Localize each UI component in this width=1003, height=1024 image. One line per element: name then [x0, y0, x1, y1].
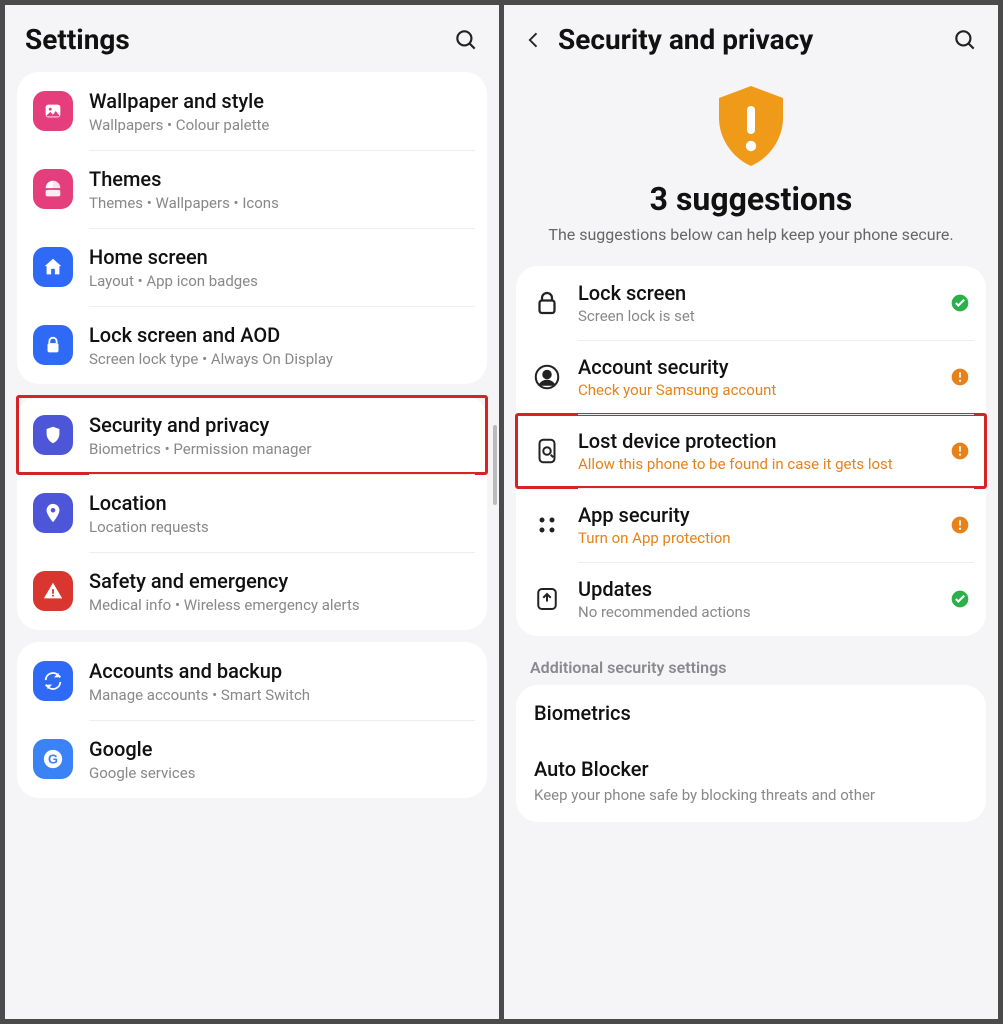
- user-icon: [532, 362, 562, 392]
- shield-alert-icon: [703, 78, 799, 174]
- status-warn-icon: [950, 441, 970, 461]
- status-warn-icon: [950, 367, 970, 387]
- additional-item-biometrics[interactable]: Biometrics: [516, 685, 986, 741]
- settings-item-wallpaper[interactable]: Wallpaper and style Wallpapers • Colour p…: [17, 72, 487, 150]
- security-item-lock[interactable]: Lock screen Screen lock is set: [516, 266, 986, 340]
- settings-item-title: Home screen: [89, 244, 471, 270]
- security-header: Security and privacy: [504, 5, 998, 72]
- scrollbar[interactable]: [493, 425, 497, 505]
- security-item-account[interactable]: Account security Check your Samsung accou…: [516, 340, 986, 414]
- g-icon: G: [33, 739, 73, 779]
- settings-item-location[interactable]: Location Location requests: [17, 474, 487, 552]
- security-item-subtitle: Turn on App protection: [578, 529, 934, 547]
- apps-icon: [532, 510, 562, 540]
- additional-item-title: Auto Blocker: [534, 757, 968, 781]
- settings-item-subtitle: Wallpapers • Colour palette: [89, 116, 471, 134]
- security-item-subtitle: Screen lock is set: [578, 307, 934, 325]
- alert-icon: [33, 571, 73, 611]
- search-icon[interactable]: [453, 27, 479, 53]
- suggestions-count: 3 suggestions: [524, 180, 978, 218]
- settings-item-title: Safety and emergency: [89, 568, 471, 594]
- page-title: Security and privacy: [558, 23, 938, 56]
- settings-item-accounts[interactable]: Accounts and backup Manage accounts • Sma…: [17, 642, 487, 720]
- settings-item-home[interactable]: Home screen Layout • App icon badges: [17, 228, 487, 306]
- back-icon[interactable]: [524, 30, 544, 50]
- settings-item-title: Wallpaper and style: [89, 88, 471, 114]
- settings-group: Wallpaper and style Wallpapers • Colour p…: [17, 72, 487, 384]
- settings-item-title: Google: [89, 736, 471, 762]
- security-item-appsec[interactable]: App security Turn on App protection: [516, 488, 986, 562]
- settings-item-lockscreen[interactable]: Lock screen and AOD Screen lock type • Al…: [17, 306, 487, 384]
- image-icon: [33, 91, 73, 131]
- themes-icon: [33, 169, 73, 209]
- search-icon[interactable]: [952, 27, 978, 53]
- security-item-subtitle: Check your Samsung account: [578, 381, 934, 399]
- home-icon: [33, 247, 73, 287]
- settings-item-subtitle: Screen lock type • Always On Display: [89, 350, 471, 368]
- security-item-title: Lost device protection: [578, 429, 934, 453]
- additional-item-subtitle: Keep your phone safe by blocking threats…: [534, 785, 968, 805]
- settings-item-title: Accounts and backup: [89, 658, 471, 684]
- page-title: Settings: [25, 23, 439, 56]
- settings-item-subtitle: Manage accounts • Smart Switch: [89, 686, 471, 704]
- lock2-icon: [532, 288, 562, 318]
- sync-icon: [33, 661, 73, 701]
- settings-item-title: Lock screen and AOD: [89, 322, 471, 348]
- settings-item-title: Themes: [89, 166, 471, 192]
- settings-screen: Settings Wallpaper and style Wallpapers •…: [5, 5, 499, 1019]
- security-item-subtitle: No recommended actions: [578, 603, 934, 621]
- status-ok-icon: [950, 589, 970, 609]
- suggestions-desc: The suggestions below can help keep your…: [524, 224, 978, 246]
- settings-item-subtitle: Location requests: [89, 518, 471, 536]
- additional-item-autoblocker[interactable]: Auto Blocker Keep your phone safe by bloc…: [516, 741, 986, 821]
- pin-icon: [33, 493, 73, 533]
- settings-group: Accounts and backup Manage accounts • Sma…: [17, 642, 487, 798]
- settings-item-safety[interactable]: Safety and emergency Medical info • Wirel…: [17, 552, 487, 630]
- svg-text:G: G: [48, 752, 58, 767]
- security-section-label: Additional security settings: [504, 648, 998, 685]
- settings-item-subtitle: Biometrics • Permission manager: [89, 440, 471, 458]
- lock-icon: [33, 325, 73, 365]
- settings-item-google[interactable]: G Google Google services: [17, 720, 487, 798]
- status-warn-icon: [950, 515, 970, 535]
- security-suggestions-card: Lock screen Screen lock is set Account sec…: [516, 266, 986, 636]
- additional-item-title: Biometrics: [534, 701, 968, 725]
- settings-header: Settings: [5, 5, 499, 72]
- finddevice-icon: [532, 436, 562, 466]
- security-privacy-screen: Security and privacy 3 suggestions The s…: [504, 5, 998, 1019]
- settings-group: Security and privacy Biometrics • Permiss…: [17, 396, 487, 630]
- settings-item-title: Security and privacy: [89, 412, 471, 438]
- update-icon: [532, 584, 562, 614]
- settings-item-subtitle: Medical info • Wireless emergency alerts: [89, 596, 471, 614]
- shield-icon: [33, 415, 73, 455]
- settings-item-subtitle: Google services: [89, 764, 471, 782]
- security-hero: 3 suggestions The suggestions below can …: [504, 72, 998, 266]
- security-item-updates[interactable]: Updates No recommended actions: [516, 562, 986, 636]
- security-item-title: App security: [578, 503, 934, 527]
- security-item-lost[interactable]: Lost device protection Allow this phone t…: [516, 414, 986, 488]
- security-item-title: Account security: [578, 355, 934, 379]
- settings-item-security[interactable]: Security and privacy Biometrics • Permiss…: [17, 396, 487, 474]
- settings-item-themes[interactable]: Themes Themes • Wallpapers • Icons: [17, 150, 487, 228]
- security-item-title: Updates: [578, 577, 934, 601]
- settings-item-subtitle: Themes • Wallpapers • Icons: [89, 194, 471, 212]
- status-ok-icon: [950, 293, 970, 313]
- settings-item-subtitle: Layout • App icon badges: [89, 272, 471, 290]
- security-item-title: Lock screen: [578, 281, 934, 305]
- settings-item-title: Location: [89, 490, 471, 516]
- additional-security-card: Biometrics Auto Blocker Keep your phone sa…: [516, 685, 986, 821]
- security-item-subtitle: Allow this phone to be found in case it …: [578, 455, 934, 473]
